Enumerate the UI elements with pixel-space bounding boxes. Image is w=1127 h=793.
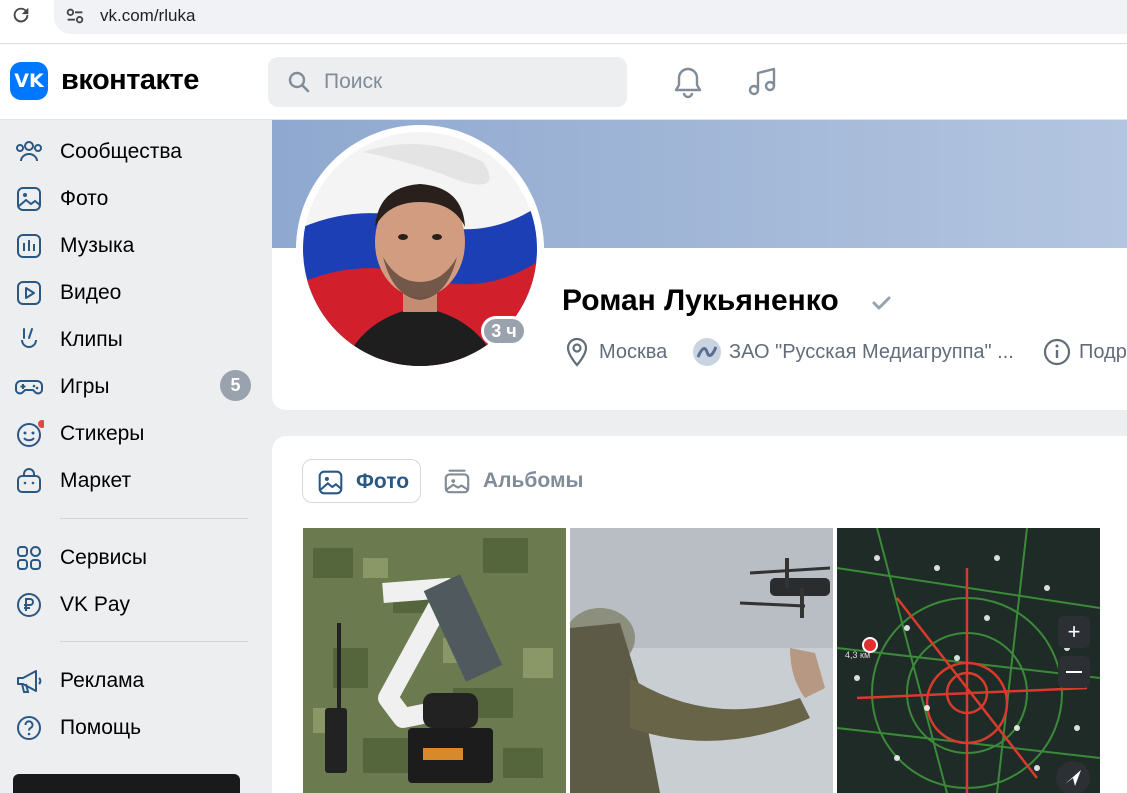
- sidebar-item-label: Маркет: [60, 469, 132, 492]
- tab-photos-label: Фото: [356, 470, 410, 493]
- games-count-badge: 5: [220, 370, 251, 401]
- search-input[interactable]: [324, 67, 604, 97]
- sidebar-item-stickers[interactable]: Стикеры: [0, 411, 260, 455]
- music-icon: [17, 234, 41, 258]
- url-text: vk.com/rluka: [100, 6, 196, 25]
- location-pin-icon: [566, 337, 588, 367]
- left-sidebar: Сообщества Фото Музыка Видео Клипы Игры …: [0, 120, 260, 793]
- profile-name: Роман Лукьяненко: [562, 284, 839, 317]
- map-distance-label: 4,3 км: [845, 650, 870, 660]
- bell-icon[interactable]: [670, 64, 706, 100]
- url-field[interactable]: vk.com/rluka: [54, 0, 1127, 34]
- market-icon: [17, 468, 41, 493]
- sidebar-item-ads[interactable]: Реклама: [0, 658, 260, 702]
- sidebar-divider: [60, 518, 248, 519]
- tab-albums[interactable]: Альбомы: [443, 459, 603, 503]
- video-icon: [17, 281, 41, 305]
- clips-icon: [21, 328, 37, 348]
- sidebar-item-music[interactable]: Музыка: [0, 223, 260, 267]
- music-note-icon[interactable]: [744, 64, 780, 100]
- map-zoom-in-icon: +: [1068, 619, 1081, 644]
- photo-camo-radios: [303, 528, 566, 793]
- sidebar-item-label: Стикеры: [60, 422, 145, 445]
- info-icon: [1043, 338, 1071, 366]
- megaphone-icon: [17, 670, 42, 693]
- vk-logo[interactable]: VK: [10, 62, 48, 100]
- sidebar-item-label: Видео: [60, 281, 122, 304]
- top-header: VK вконтакте: [0, 44, 1127, 120]
- city-text: Москва: [599, 341, 668, 363]
- sidebar-item-label: Фото: [60, 187, 109, 210]
- sidebar-item-market[interactable]: Маркет: [0, 458, 260, 502]
- map-zoom-out-icon: [1066, 671, 1082, 673]
- photo-icon: [318, 470, 343, 495]
- site-settings-icon[interactable]: [64, 5, 86, 27]
- last-seen-badge: 3 ч: [481, 316, 527, 346]
- sidebar-item-label: Сервисы: [60, 546, 148, 569]
- more-info-text: Подр: [1079, 341, 1127, 363]
- tab-albums-label: Альбомы: [483, 469, 584, 492]
- sidebar-item-games[interactable]: Игры 5: [0, 364, 260, 408]
- sidebar-item-label: Клипы: [60, 328, 123, 351]
- verified-check-icon[interactable]: [870, 292, 892, 314]
- photo-traffic-map: 4,3 км +: [837, 528, 1100, 793]
- company-logo-icon: [693, 338, 721, 366]
- sidebar-item-label: Игры: [60, 375, 110, 398]
- sidebar-item-clips[interactable]: Клипы: [0, 317, 260, 361]
- sidebar-item-label: Музыка: [60, 234, 135, 257]
- profile-city[interactable]: Москва: [563, 336, 683, 368]
- albums-icon: [444, 469, 470, 494]
- photo-thumbnail[interactable]: 4,3 км +: [837, 528, 1100, 793]
- sidebar-item-label: Сообщества: [60, 140, 182, 163]
- sidebar-item-vkpay[interactable]: VK Pay: [0, 582, 260, 626]
- search-icon: [288, 71, 310, 93]
- sidebar-item-label: Помощь: [60, 716, 142, 739]
- browser-address-bar: vk.com/rluka: [0, 0, 1127, 44]
- tab-photos[interactable]: Фото: [302, 459, 421, 503]
- communities-icon: [16, 141, 42, 162]
- profile-work[interactable]: ЗАО "Русская Медиагруппа" ...: [692, 336, 1032, 368]
- sidebar-item-video[interactable]: Видео: [0, 270, 260, 314]
- photo-icon: [17, 187, 41, 211]
- games-icon: [15, 380, 43, 395]
- search-box[interactable]: [268, 57, 627, 107]
- sidebar-divider: [60, 641, 248, 642]
- sidebar-item-photo[interactable]: Фото: [0, 176, 260, 220]
- help-icon: [17, 716, 41, 740]
- photo-thumbnail[interactable]: [570, 528, 833, 793]
- sidebar-item-services[interactable]: Сервисы: [0, 535, 260, 579]
- stickers-icon: [17, 420, 44, 447]
- profile-more-info[interactable]: Подр: [1043, 336, 1127, 368]
- work-text: ЗАО "Русская Медиагруппа" ...: [729, 341, 1014, 363]
- photo-soldier-drone: [570, 528, 833, 793]
- services-icon: [17, 546, 41, 570]
- reload-icon[interactable]: [10, 4, 32, 26]
- sidebar-promo-banner[interactable]: [13, 774, 240, 793]
- sidebar-item-communities[interactable]: Сообщества: [0, 129, 260, 173]
- vk-wordmark[interactable]: вконтакте: [61, 64, 199, 97]
- sidebar-item-help[interactable]: Помощь: [0, 705, 260, 749]
- photo-thumbnail[interactable]: [303, 528, 566, 793]
- vkpay-icon: [17, 593, 41, 617]
- sidebar-item-label: Реклама: [60, 669, 145, 692]
- sidebar-item-label: VK Pay: [60, 593, 131, 616]
